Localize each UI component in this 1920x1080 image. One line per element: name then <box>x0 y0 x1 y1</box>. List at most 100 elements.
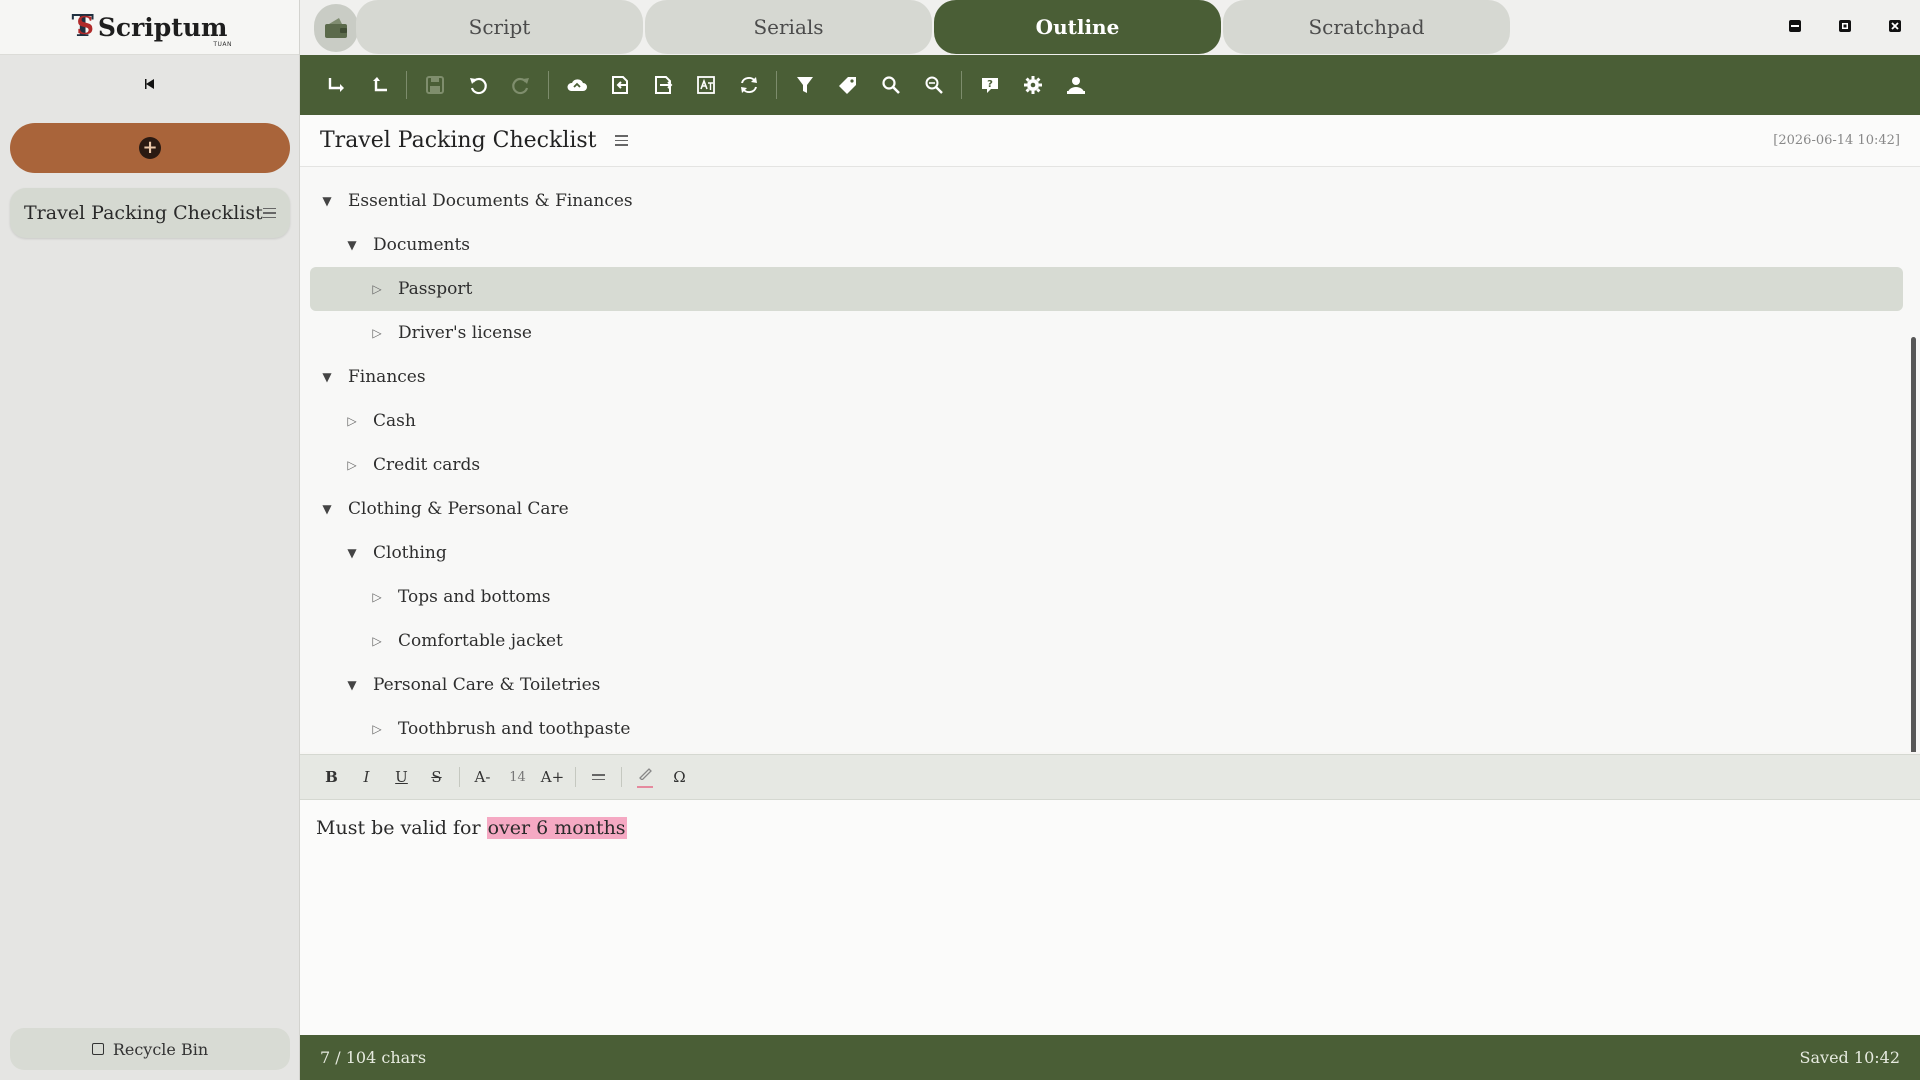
tab-serials[interactable]: Serials <box>645 0 932 54</box>
recycle-bin-icon <box>91 1043 104 1055</box>
maximize-button[interactable] <box>1837 18 1853 34</box>
svg-text:?: ? <box>987 79 993 90</box>
hamburger-icon[interactable] <box>263 207 276 219</box>
app-logo: TS Scriptum TUAN <box>0 0 299 55</box>
outline-scrollbar[interactable] <box>1911 337 1916 752</box>
format-separator <box>575 767 576 787</box>
font-size-value: 14 <box>509 769 526 785</box>
cloud-sync-button[interactable] <box>555 65 598 105</box>
search-icon <box>881 76 900 94</box>
align-button[interactable] <box>581 762 616 792</box>
close-button[interactable] <box>1887 18 1903 34</box>
triangle-left-icon <box>145 79 154 89</box>
logo-text: Scriptum <box>97 12 228 42</box>
main-toolbar: ? <box>300 55 1920 115</box>
document-title[interactable]: Travel Packing Checklist <box>320 128 597 153</box>
find-replace-icon <box>925 76 943 94</box>
caret-right-icon[interactable]: ▷ <box>368 282 386 296</box>
special-char-button[interactable]: Ω <box>662 762 697 792</box>
hamburger-icon[interactable] <box>614 135 628 146</box>
caret-down-icon[interactable]: ▼ <box>343 238 361 252</box>
minimize-button[interactable] <box>1787 18 1803 34</box>
caret-down-icon[interactable]: ▼ <box>318 370 336 384</box>
decrease-font-button[interactable]: A- <box>465 762 500 792</box>
sidebar-document-item[interactable]: Travel Packing Checklist <box>10 188 290 238</box>
translate-button[interactable] <box>684 65 727 105</box>
italic-button[interactable]: I <box>349 762 384 792</box>
outline-item[interactable]: ▷ Credit cards <box>310 443 1903 487</box>
find-replace-button[interactable] <box>912 65 955 105</box>
strikethrough-button[interactable]: S <box>419 762 454 792</box>
outline-item-label: Clothing <box>373 543 447 563</box>
import-button[interactable] <box>598 65 641 105</box>
save-button[interactable] <box>413 65 456 105</box>
collapse-sidebar-button[interactable] <box>140 72 160 96</box>
outdent-icon <box>372 77 387 92</box>
search-button[interactable] <box>869 65 912 105</box>
outline-item[interactable]: ▷ Driver's license <box>310 311 1903 355</box>
recycle-bin-button[interactable]: Recycle Bin <box>10 1028 290 1070</box>
outline-item-label: Essential Documents & Finances <box>348 191 633 211</box>
tab-scratchpad[interactable]: Scratchpad <box>1223 0 1510 54</box>
caret-right-icon[interactable]: ▷ <box>343 414 361 428</box>
document-timestamp: [2026-06-14 10:42] <box>1773 133 1900 148</box>
outline-item-label: Finances <box>348 367 426 387</box>
bold-button[interactable]: B <box>314 762 349 792</box>
tab-label: Script <box>468 15 531 39</box>
tab-outline[interactable]: Outline <box>934 0 1221 54</box>
account-button[interactable] <box>1054 65 1097 105</box>
caret-right-icon[interactable]: ▷ <box>368 722 386 736</box>
undo-button[interactable] <box>456 65 499 105</box>
outline-item[interactable]: ▼ Finances <box>310 355 1903 399</box>
tab-script[interactable]: Script <box>356 0 643 54</box>
outline-item[interactable]: ▷ Toothbrush and toothpaste <box>310 707 1903 751</box>
filter-button[interactable] <box>783 65 826 105</box>
caret-right-icon[interactable]: ▷ <box>343 458 361 472</box>
outline-item[interactable]: ▷ Cash <box>310 399 1903 443</box>
sync-button[interactable] <box>727 65 770 105</box>
home-button[interactable] <box>314 4 358 52</box>
help-button[interactable]: ? <box>968 65 1011 105</box>
toolbar-separator <box>961 71 962 99</box>
note-editor[interactable]: Must be valid for over 6 months <box>300 800 1920 1035</box>
caret-down-icon[interactable]: ▼ <box>343 546 361 560</box>
save-icon <box>425 76 444 94</box>
settings-button[interactable] <box>1011 65 1054 105</box>
caret-right-icon[interactable]: ▷ <box>368 634 386 648</box>
outline-item-label: Tops and bottoms <box>398 587 551 607</box>
tab-bar: Script Serials Outline Scratchpad <box>300 0 1920 55</box>
sidebar: TS Scriptum TUAN + Travel Packing Checkl… <box>0 0 300 1080</box>
outline-item[interactable]: ▼ Clothing & Personal Care <box>310 487 1903 531</box>
settings-icon <box>1023 76 1042 94</box>
outline-item[interactable]: ▷ Tops and bottoms <box>310 575 1903 619</box>
caret-down-icon[interactable]: ▼ <box>318 194 336 208</box>
indent-button[interactable] <box>314 65 357 105</box>
tag-button[interactable] <box>826 65 869 105</box>
outline-item[interactable]: ▷ Passport <box>310 267 1903 311</box>
recycle-bin-label: Recycle Bin <box>112 1039 209 1059</box>
caret-right-icon[interactable]: ▷ <box>368 590 386 604</box>
document-header: Travel Packing Checklist [2026-06-14 10:… <box>300 115 1920 167</box>
cloud-sync-icon <box>566 79 587 91</box>
add-document-button[interactable]: + <box>10 123 290 173</box>
highlight-button[interactable] <box>627 762 662 792</box>
logo-mark: TS <box>71 9 94 44</box>
outline-item-label: Driver's license <box>398 323 532 343</box>
underline-button[interactable]: U <box>384 762 419 792</box>
caret-down-icon[interactable]: ▼ <box>343 678 361 692</box>
increase-font-button[interactable]: A+ <box>535 762 570 792</box>
outline-item[interactable]: ▼ Documents <box>310 223 1903 267</box>
wallet-icon <box>325 18 347 38</box>
export-button[interactable] <box>641 65 684 105</box>
outdent-button[interactable] <box>357 65 400 105</box>
outline-item[interactable]: ▼ Essential Documents & Finances <box>310 179 1903 223</box>
outline-item[interactable]: ▼ Personal Care & Toiletries <box>310 663 1903 707</box>
caret-right-icon[interactable]: ▷ <box>368 326 386 340</box>
outline-item[interactable]: ▷ Comfortable jacket <box>310 619 1903 663</box>
sync-icon <box>740 77 757 93</box>
outline-item-label: Passport <box>398 279 473 299</box>
caret-down-icon[interactable]: ▼ <box>318 502 336 516</box>
outline-item-label: Cash <box>373 411 416 431</box>
redo-button[interactable] <box>499 65 542 105</box>
outline-item[interactable]: ▼ Clothing <box>310 531 1903 575</box>
